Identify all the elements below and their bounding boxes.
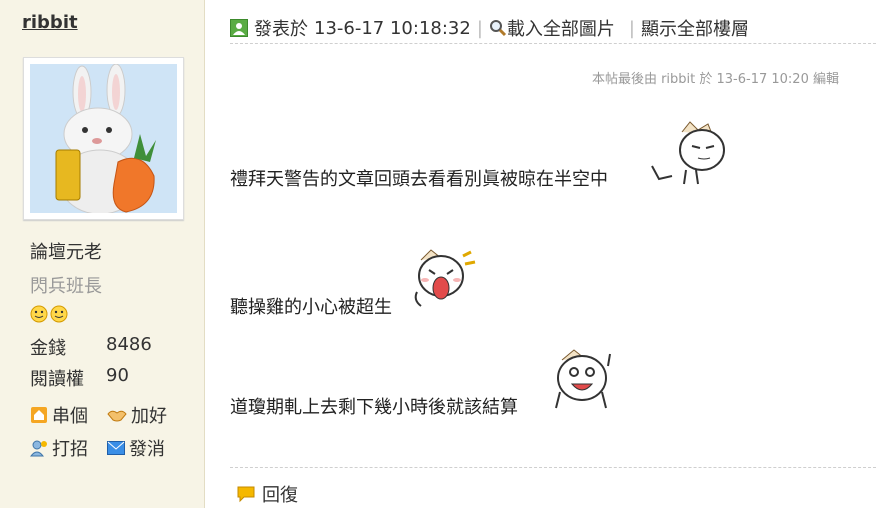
handshake-icon [107, 410, 127, 422]
post-main: 發表於 13-6-17 10:18:32 | 載入全部圖片 | 顯示全部樓層 本… [206, 0, 877, 508]
rabbit-carrot-icon [30, 64, 177, 213]
load-images-link[interactable]: 載入全部圖片 [489, 15, 615, 41]
message-button[interactable]: 發消 [107, 435, 165, 461]
reply-label: 回復 [262, 485, 298, 506]
add-friend-label: 加好 [131, 406, 167, 427]
author-title: 閃兵班長 [30, 276, 102, 297]
post-line-2: 聽操雞的小心被超生 [230, 297, 392, 318]
load-images-label: 載入全部圖片 [506, 19, 615, 40]
stat-money: 金錢 8486 [30, 334, 152, 360]
avatar[interactable] [30, 64, 177, 213]
content-divider [230, 467, 876, 468]
laughing-onion-emoticon [555, 349, 611, 409]
author-username[interactable]: ribbit [22, 12, 78, 33]
envelope-icon [107, 441, 125, 455]
published-prefix: 發表於 [254, 19, 308, 40]
greet-label: 打招 [52, 439, 88, 460]
avatar-frame [23, 57, 184, 220]
screaming-onion-emoticon [414, 249, 476, 307]
show-all-floors-link[interactable]: 顯示全部樓層 [641, 15, 749, 41]
stat-label: 金錢 [30, 338, 66, 359]
post-timestamp: 13-6-17 10:18:32 [314, 17, 471, 39]
divider: | [476, 17, 483, 39]
post-line-3: 道瓊期軋上去剩下幾小時後就該結算 [230, 397, 518, 418]
message-label: 發消 [129, 439, 165, 460]
home-icon [31, 407, 47, 423]
visit-button[interactable]: 串個 [30, 402, 88, 428]
user-icon [230, 19, 248, 37]
post-line-1: 禮拜天警告的文章回頭去看看別眞被晾在半空中 [230, 169, 608, 190]
stat-label: 閱讀權 [30, 369, 84, 390]
stat-read-permission: 閱讀權 90 [30, 365, 129, 391]
smiley-icon [30, 305, 68, 323]
stat-value: 90 [106, 365, 129, 386]
post-meta-bar: 發表於 13-6-17 10:18:32 | 載入全部圖片 | 顯示全部樓層 [230, 12, 877, 44]
add-friend-button[interactable]: 加好 [107, 402, 167, 428]
rank-stars [30, 305, 70, 327]
user-wave-icon [30, 440, 47, 457]
divider: | [628, 17, 635, 39]
magnifier-icon [489, 20, 506, 37]
speech-bubble-icon [237, 486, 255, 503]
visit-label: 串個 [52, 406, 88, 427]
onion-head-emoticon [679, 121, 725, 185]
author-sidebar: ribbit 論壇元老 閃兵班長 金錢 8486 閱讀權 90 串個 加好 打招… [0, 0, 205, 508]
meta-divider [230, 43, 876, 44]
author-rank: 論壇元老 [30, 242, 102, 263]
greet-button[interactable]: 打招 [30, 435, 88, 461]
edit-note: 本帖最後由 ribbit 於 13-6-17 10:20 編輯 [591, 72, 839, 87]
stat-value: 8486 [106, 334, 152, 355]
reply-button[interactable]: 回復 [236, 481, 298, 507]
